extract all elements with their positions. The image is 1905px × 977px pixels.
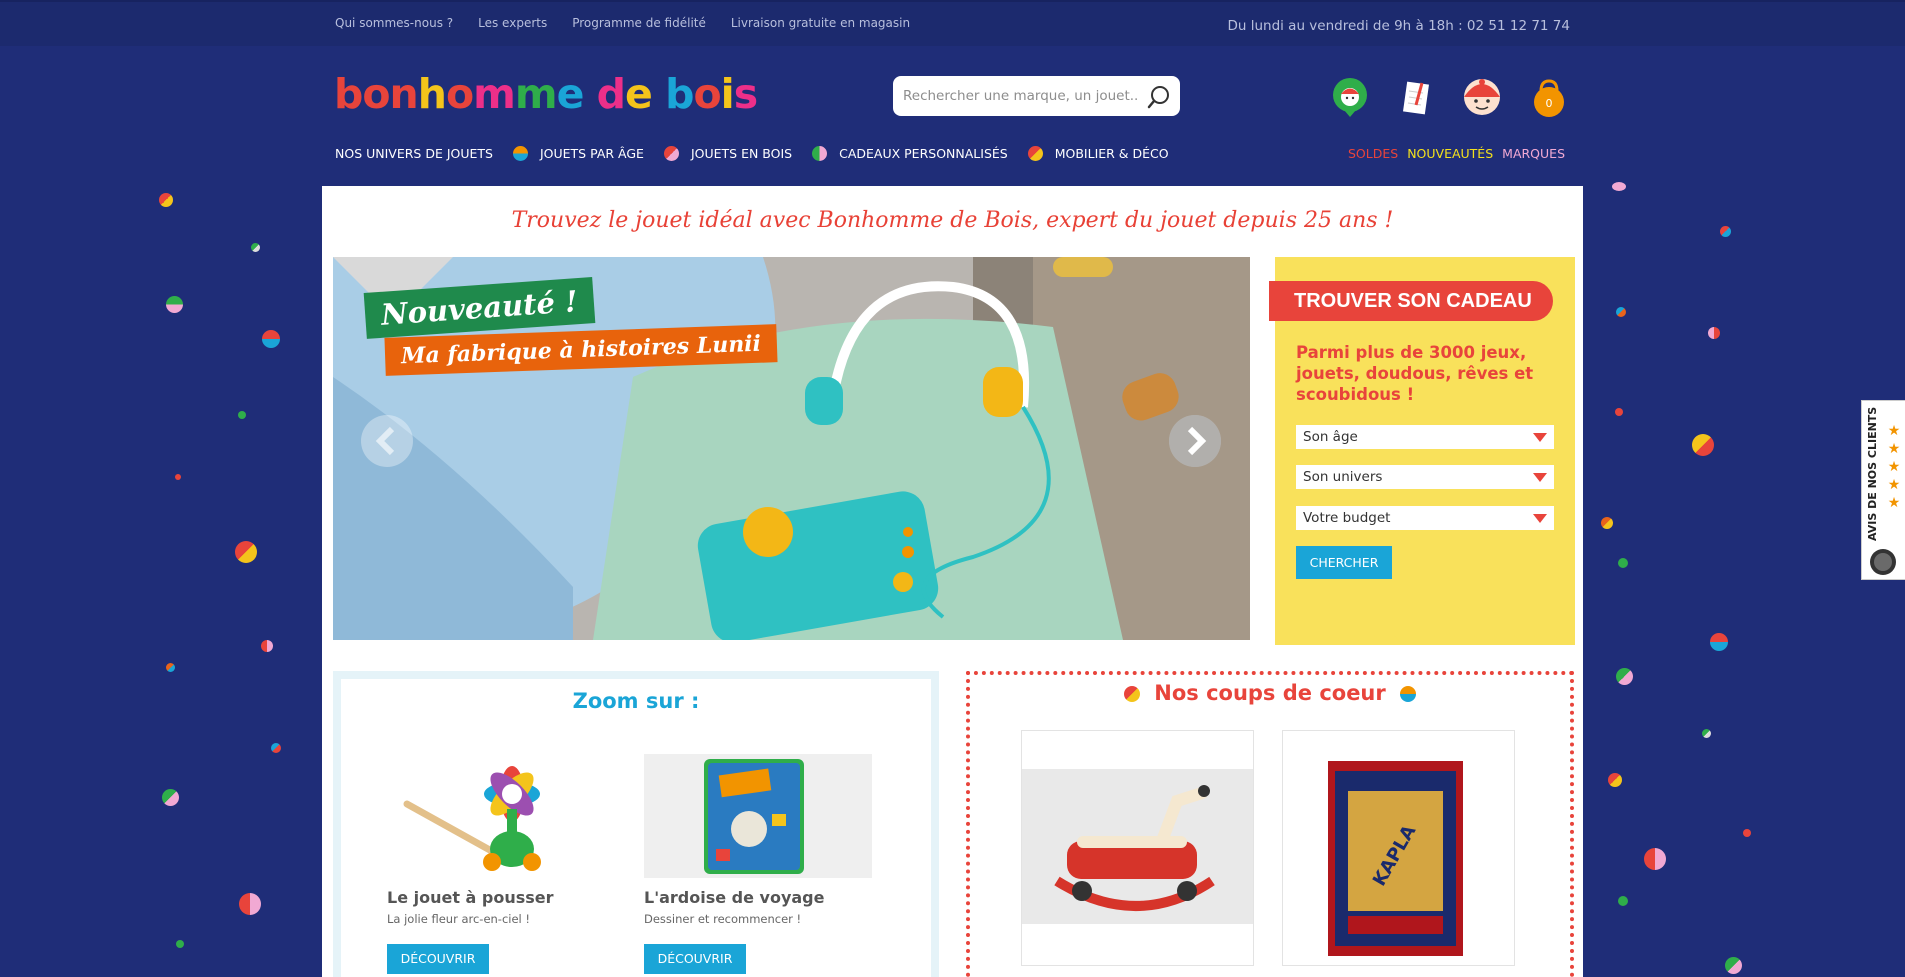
zoom-card-subtitle: Dessiner et recommencer ! bbox=[644, 912, 802, 926]
chevron-right-icon bbox=[1169, 415, 1221, 467]
gift-finder-title: TROUVER SON CADEAU bbox=[1269, 281, 1553, 321]
zoom-card-title: Le jouet à pousser bbox=[387, 888, 554, 907]
chercher-button[interactable]: CHERCHER bbox=[1296, 546, 1392, 579]
site-logo[interactable]: bonhomme de bois bbox=[334, 68, 758, 120]
logo-letter: b bbox=[665, 70, 694, 118]
carousel-prev-button[interactable] bbox=[361, 415, 413, 467]
logo-letter: e bbox=[556, 70, 585, 118]
nav-nouveautes[interactable]: NOUVEAUTÉS bbox=[1407, 146, 1493, 161]
gift-finder-description: Parmi plus de 3000 jeux, jouets, doudous… bbox=[1296, 343, 1534, 404]
nav-univers[interactable]: Nos univers de jouets bbox=[335, 146, 493, 161]
chevron-left-icon bbox=[375, 426, 395, 456]
decouvrir-button[interactable]: DÉCOUVRIR bbox=[644, 944, 746, 974]
dot-icon bbox=[1124, 686, 1141, 702]
nav-en-bois[interactable]: Jouets en bois bbox=[691, 146, 792, 161]
logo-letter bbox=[583, 70, 596, 118]
logo-letter: d bbox=[596, 70, 626, 118]
store-locator-icon[interactable] bbox=[1330, 77, 1370, 117]
logo-letter: s bbox=[733, 70, 758, 118]
nav-cadeaux-personnalises[interactable]: Cadeaux personnalisés bbox=[839, 146, 1008, 161]
link-qui-sommes-nous[interactable]: Qui sommes-nous ? bbox=[335, 16, 453, 30]
top-bar: Qui sommes-nous ? Les experts Programme … bbox=[0, 0, 1905, 46]
top-links: Qui sommes-nous ? Les experts Programme … bbox=[335, 16, 910, 30]
link-livraison-gratuite[interactable]: Livraison gratuite en magasin bbox=[731, 16, 910, 30]
reviews-tab-label: AVIS DE NOS CLIENTS bbox=[1866, 406, 1879, 541]
product-card[interactable]: KAPLA bbox=[1282, 730, 1515, 966]
zoom-title: Zoom sur : bbox=[572, 689, 700, 713]
logo-letter: o bbox=[693, 70, 721, 118]
dropdown-arrow-icon bbox=[1533, 433, 1547, 442]
dot-icon bbox=[1399, 686, 1416, 702]
logo-letter: m bbox=[473, 70, 516, 118]
coups-de-coeur-section: Nos coups de coeur KAPLA bbox=[966, 671, 1574, 977]
select-budget[interactable]: Votre budget bbox=[1296, 506, 1554, 530]
logo-letter: o bbox=[362, 70, 390, 118]
nav-soldes[interactable]: SOLDES bbox=[1348, 146, 1398, 161]
zoom-card: L'ardoise de voyage Dessiner et recommen… bbox=[644, 754, 872, 974]
gift-finder: TROUVER SON CADEAU Parmi plus de 3000 je… bbox=[1269, 257, 1575, 645]
rocking-toy-image bbox=[1022, 769, 1253, 924]
logo-letter: b bbox=[334, 70, 363, 118]
page-tagline: Trouvez le jouet idéal avec Bonhomme de … bbox=[511, 208, 1394, 233]
logo-letter: m bbox=[514, 70, 558, 118]
link-programme-fidelite[interactable]: Programme de fidélité bbox=[572, 16, 706, 30]
wishlist-icon[interactable] bbox=[1397, 77, 1437, 117]
svg-text:★: ★ bbox=[1888, 441, 1901, 457]
zoom-card: Le jouet à pousser La jolie fleur arc-en… bbox=[387, 754, 615, 974]
select-age[interactable]: Son âge bbox=[1296, 425, 1554, 449]
product-card[interactable] bbox=[1021, 730, 1254, 966]
scallop-edge bbox=[1275, 635, 1575, 645]
cart-count: 0 bbox=[1546, 97, 1553, 110]
zoom-card-subtitle: La jolie fleur arc-en-ciel ! bbox=[387, 912, 531, 926]
search-icon[interactable] bbox=[1146, 84, 1172, 110]
coups-de-coeur-title-row: Nos coups de coeur bbox=[970, 681, 1570, 705]
nav-marques[interactable]: MARQUES bbox=[1502, 146, 1565, 161]
travel-slate-image[interactable] bbox=[644, 754, 872, 878]
stars-icon: ★ ★ ★ ★ ★ bbox=[1888, 423, 1901, 511]
svg-text:★: ★ bbox=[1888, 423, 1901, 439]
logo-letter: i bbox=[720, 70, 735, 118]
select-age-label: Son âge bbox=[1303, 429, 1358, 445]
carousel-next-button[interactable] bbox=[1169, 415, 1221, 467]
nav-right: SOLDES NOUVEAUTÉS MARQUES bbox=[1348, 146, 1565, 161]
nav-dot-icon bbox=[512, 146, 528, 161]
svg-text:★: ★ bbox=[1888, 495, 1901, 511]
dropdown-arrow-icon bbox=[1533, 514, 1547, 523]
nav-par-age[interactable]: Jouets par âge bbox=[540, 146, 644, 161]
dropdown-arrow-icon bbox=[1533, 473, 1547, 482]
logo-letter: h bbox=[417, 70, 447, 118]
verified-badge-icon bbox=[1870, 549, 1896, 575]
select-univers[interactable]: Son univers bbox=[1296, 465, 1554, 489]
nav-dot-icon bbox=[1027, 146, 1043, 161]
nav-dot-icon bbox=[812, 146, 828, 161]
nav-mobilier-deco[interactable]: Mobilier & Déco bbox=[1055, 146, 1169, 161]
select-budget-label: Votre budget bbox=[1303, 510, 1391, 526]
customer-reviews-tab[interactable]: AVIS DE NOS CLIENTS ★ ★ ★ ★ ★ bbox=[1861, 400, 1905, 580]
push-toy-image[interactable] bbox=[387, 754, 615, 878]
select-univers-label: Son univers bbox=[1303, 469, 1383, 485]
main-nav: Nos univers de jouets Jouets par âge Jou… bbox=[335, 146, 1169, 161]
logo-letter: o bbox=[445, 70, 474, 118]
nav-dot-icon bbox=[663, 146, 679, 161]
svg-text:★: ★ bbox=[1888, 477, 1901, 493]
opening-hours: Du lundi au vendredi de 9h à 18h : 02 51… bbox=[1227, 18, 1570, 34]
hero-carousel[interactable]: Nouveauté ! Ma fabrique à histoires Luni… bbox=[333, 257, 1250, 640]
zoom-card-title: L'ardoise de voyage bbox=[644, 888, 825, 907]
account-icon[interactable] bbox=[1462, 77, 1502, 117]
cart-icon[interactable]: 0 bbox=[1529, 77, 1569, 117]
decouvrir-button[interactable]: DÉCOUVRIR bbox=[387, 944, 489, 974]
logo-letter: n bbox=[389, 70, 419, 118]
search-input[interactable] bbox=[903, 86, 1138, 106]
kapla-box-image: KAPLA bbox=[1283, 731, 1514, 965]
zoom-section: Zoom sur : Le jouet à pousser La jolie f… bbox=[333, 671, 939, 977]
link-les-experts[interactable]: Les experts bbox=[478, 16, 547, 30]
coups-de-coeur-title: Nos coups de coeur bbox=[1154, 681, 1386, 705]
search-box bbox=[893, 76, 1180, 116]
logo-letter bbox=[652, 70, 665, 118]
logo-letter: e bbox=[625, 70, 653, 118]
svg-text:★: ★ bbox=[1888, 459, 1901, 475]
main-content: Trouvez le jouet idéal avec Bonhomme de … bbox=[322, 186, 1583, 977]
